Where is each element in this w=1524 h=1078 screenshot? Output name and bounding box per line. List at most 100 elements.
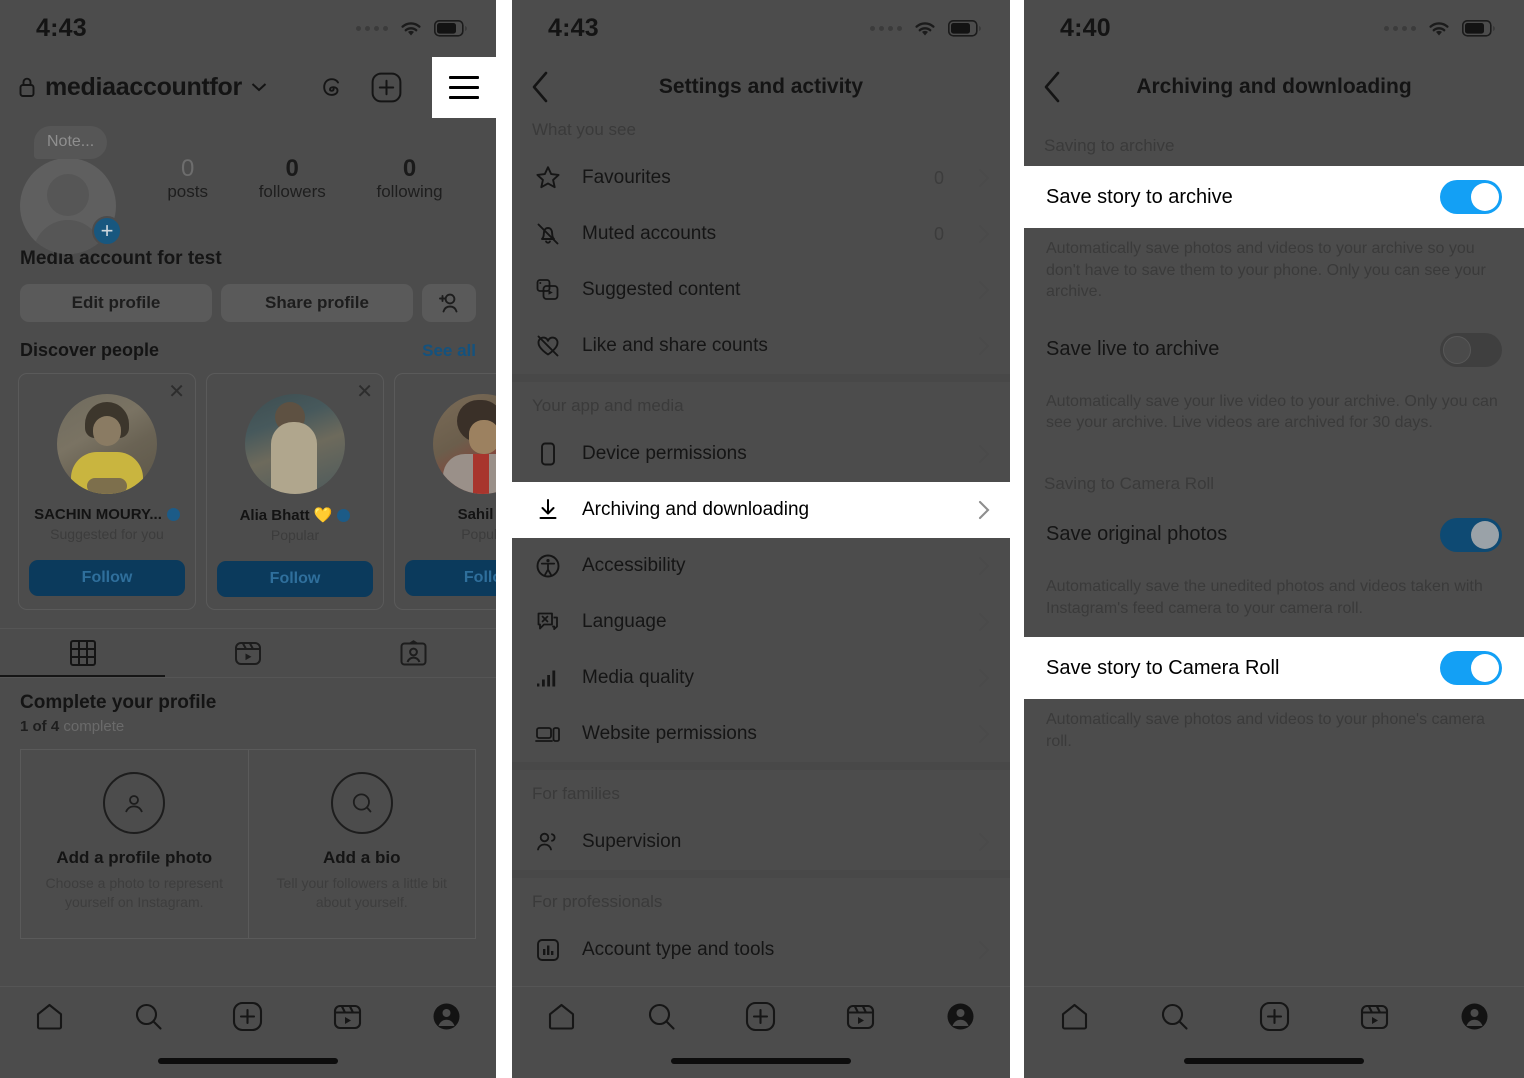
sidebar-item-supervision[interactable]: Supervision [512,814,1010,870]
toggle-row-save-story-to-camera-roll[interactable]: Save story to Camera Roll [1024,637,1524,700]
following-count: 0 [402,155,417,182]
sidebar-item-favourites[interactable]: Favourites 0 [512,150,1010,206]
create-icon[interactable] [745,1001,776,1032]
profile-icon[interactable] [1459,1001,1490,1032]
sidebar-item-account-type-and-tools[interactable]: Account type and tools [512,922,1010,978]
sidebar-item-media-quality[interactable]: Media quality [512,650,1010,706]
bottom-navigation-bar [0,986,496,1078]
sidebar-item-like-and-share-counts[interactable]: Like and share counts [512,318,1010,374]
accessibility-icon [534,553,562,579]
wifi-icon [398,19,424,38]
sidebar-item-archiving-and-downloading[interactable]: Archiving and downloading [512,482,1010,538]
search-icon[interactable] [133,1001,164,1032]
search-icon[interactable] [1159,1001,1190,1032]
reels-icon[interactable] [1359,1001,1390,1032]
bottom-navigation-bar [1024,986,1524,1078]
add-person-icon[interactable] [422,284,476,322]
search-icon[interactable] [646,1001,677,1032]
close-icon[interactable]: ✕ [356,382,373,402]
wifi-icon [912,19,938,38]
grid-tab-icon [69,640,96,666]
share-profile-button[interactable]: Share profile [221,284,413,322]
download-icon [534,497,562,523]
tab-tagged[interactable] [331,629,496,677]
page-title: Complete your profile [20,692,217,713]
reels-icon[interactable] [332,1001,363,1032]
signal-dots-icon [870,25,902,31]
username-dropdown[interactable]: mediaaccountfor [18,73,267,102]
home-icon[interactable] [546,1001,577,1032]
complete-card-profile-photo[interactable]: Add a profile photo Choose a photo to re… [20,749,249,939]
sidebar-item-language[interactable]: Language [512,594,1010,650]
sidebar-item-accessibility[interactable]: Accessibility [512,538,1010,594]
save-original-photos-toggle[interactable] [1440,517,1502,552]
sidebar-item-device-permissions[interactable]: Device permissions [512,426,1010,482]
chevron-down-icon [251,82,267,92]
save-live-to-archive-toggle[interactable] [1440,332,1502,367]
complete-card-title: Add a profile photo [56,848,213,867]
create-icon[interactable] [232,1001,263,1032]
list-item[interactable]: ✕ Alia Bhatt 💛 Popular Follow [206,373,384,610]
suggested-name: Sahil B [457,506,496,523]
follow-button[interactable]: Follo [405,560,496,596]
save-story-to-archive-toggle[interactable] [1440,180,1502,214]
section-divider [512,374,1010,382]
sidebar-item-label: Like and share counts [582,335,768,356]
complete-card-text: Tell your followers a little bit about y… [276,875,447,910]
list-item[interactable]: ✕ Sahil B Popula Follo [394,373,496,610]
lock-icon [18,76,36,98]
profile-icon[interactable] [945,1001,976,1032]
toggle-row-save-story-to-archive[interactable]: Save story to archive [1024,166,1524,228]
chevron-right-icon [978,724,990,744]
threads-icon[interactable] [317,72,347,102]
three-panel-screenshot: 4:43 mediaaccountfor Note... + 0 posts 0… [0,0,1524,1078]
toggle-row-save-live-to-archive[interactable]: Save live to archive [1024,319,1524,381]
setting-label: Save story to archive [1046,185,1233,208]
discover-people-header: Discover people See all [0,322,496,361]
home-icon[interactable] [1059,1001,1090,1032]
item-count: 0 [933,167,944,188]
see-all-link[interactable]: See all [422,341,476,361]
suggested-name: Alia Bhatt 💛 [239,507,333,524]
follow-button[interactable]: Follow [217,561,373,597]
toggle-row-save-original-photos[interactable]: Save original photos [1024,504,1524,566]
tab-grid[interactable] [0,629,166,677]
home-icon[interactable] [34,1001,65,1032]
stat-posts[interactable]: 0 posts [167,155,208,202]
plus-badge-icon[interactable]: + [92,216,122,246]
follow-button[interactable]: Follow [29,560,185,596]
reels-icon[interactable] [845,1001,876,1032]
complete-card-bio[interactable]: Add a bio Tell your followers a little b… [248,749,476,939]
section-label-saving-to-archive: Saving to archive [1044,136,1175,155]
language-icon [534,609,562,635]
note-bubble[interactable]: Note... [34,126,108,159]
discover-people-carousel[interactable]: ✕ SACHIN MOURY... Suggested for you Foll… [0,361,496,610]
profile-icon[interactable] [431,1001,462,1032]
signal-dots-icon [1384,25,1416,31]
back-chevron-icon[interactable] [1042,71,1062,103]
back-chevron-icon[interactable] [530,71,550,103]
signal-dots-icon [356,25,388,31]
avatar[interactable]: Note... + [20,126,122,254]
close-icon[interactable]: ✕ [168,382,185,402]
status-bar: 4:40 [1024,0,1524,56]
section-label-your-app-and-media: Your app and media [532,396,684,415]
stat-following[interactable]: 0 following [376,155,442,202]
suggested-subtitle: Popular [270,527,320,543]
list-item[interactable]: ✕ SACHIN MOURY... Suggested for you Foll… [18,373,196,610]
supervision-icon [534,829,562,855]
plus-square-icon[interactable] [371,72,402,103]
sidebar-item-suggested-content[interactable]: Suggested content [512,262,1010,318]
settings-nav-header: Settings and activity [512,56,1010,118]
hamburger-menu-icon[interactable] [432,56,496,118]
tab-reels[interactable] [165,629,330,677]
sidebar-item-website-permissions[interactable]: Website permissions [512,706,1010,762]
stat-followers[interactable]: 0 followers [259,155,326,202]
home-indicator [1184,1058,1364,1064]
save-story-to-camera-roll-toggle[interactable] [1440,651,1502,686]
edit-profile-button[interactable]: Edit profile [20,284,212,322]
sidebar-item-muted-accounts[interactable]: Muted accounts 0 [512,206,1010,262]
create-icon[interactable] [1259,1001,1290,1032]
account-tools-icon [534,937,562,963]
verified-badge-icon [337,508,351,522]
